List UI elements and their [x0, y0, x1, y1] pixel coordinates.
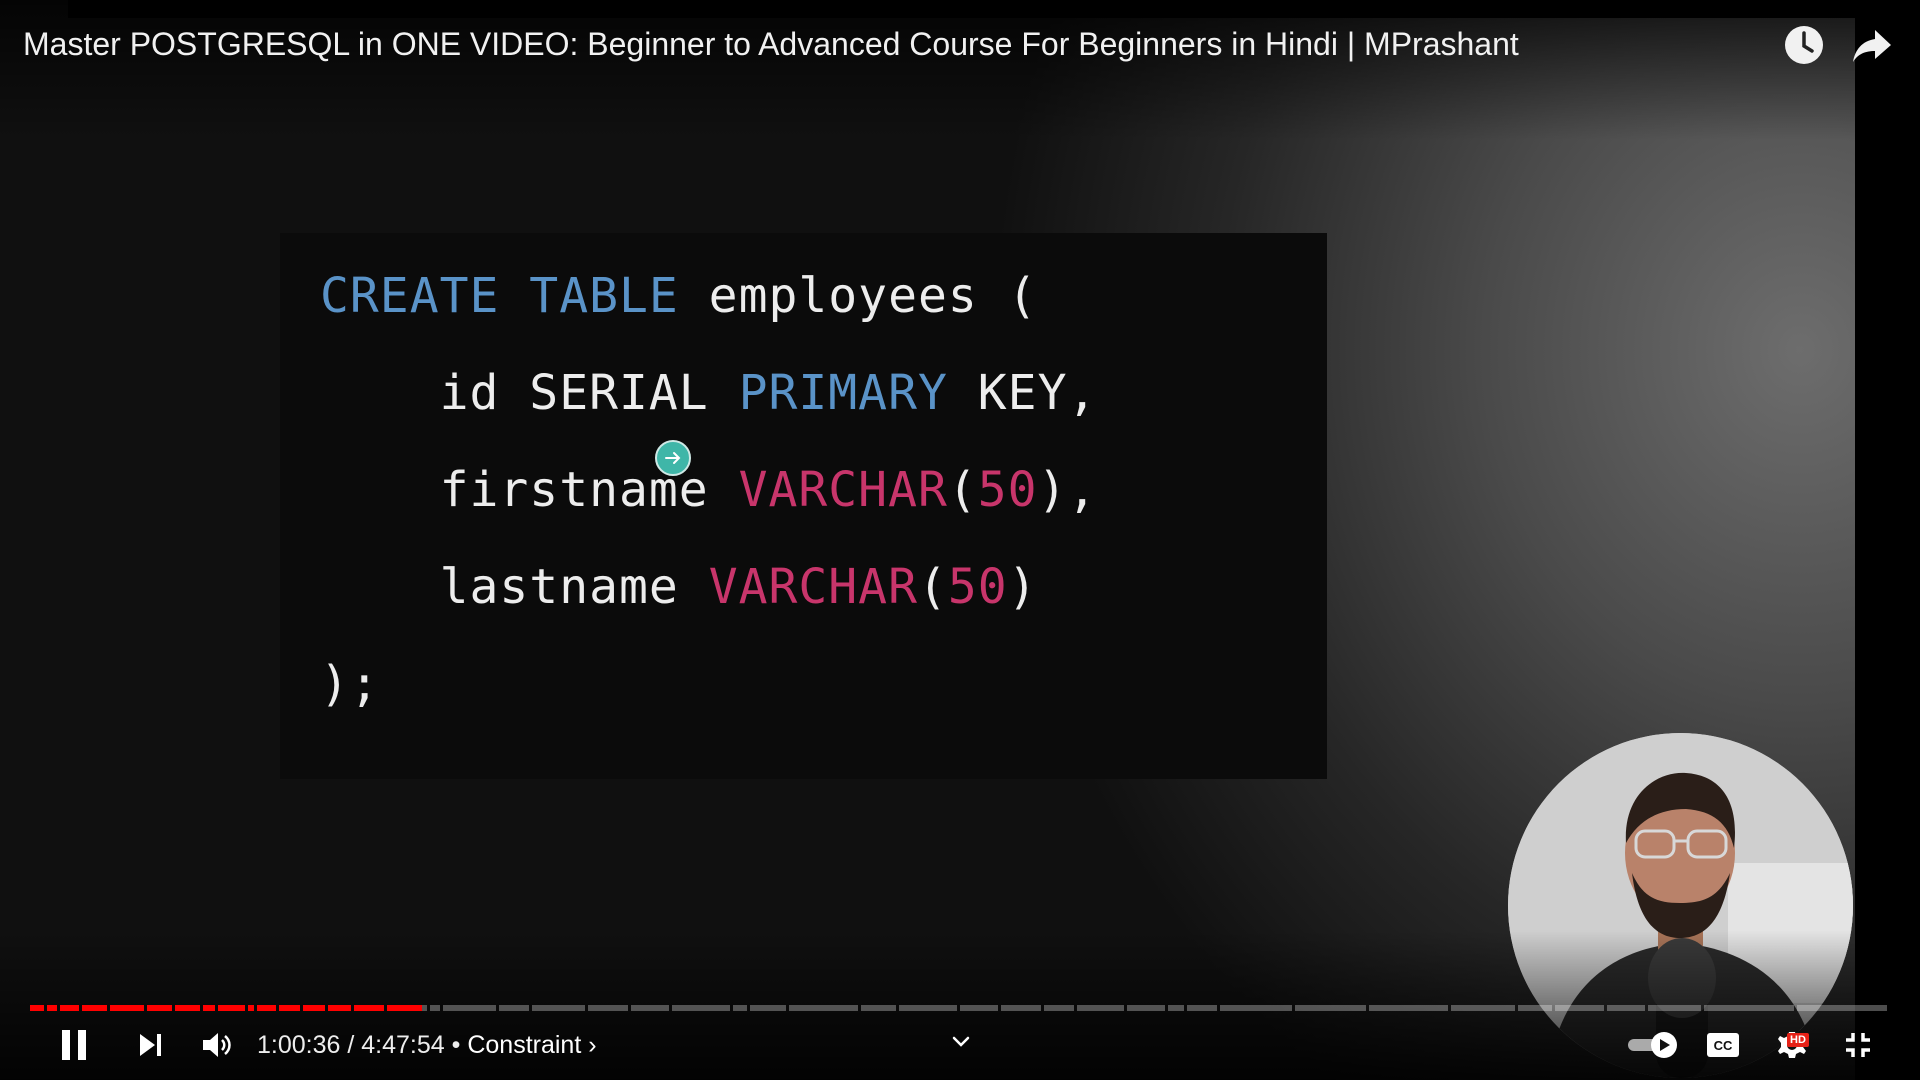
progress-played	[147, 1005, 173, 1011]
progress-chapter-segment[interactable]	[1168, 1005, 1184, 1011]
next-button[interactable]	[130, 1027, 170, 1063]
progress-chapter-segment[interactable]	[1518, 1005, 1553, 1011]
video-player[interactable]: Master POSTGRESQL in ONE VIDEO: Beginner…	[0, 0, 1920, 1080]
code-token: PRIMARY	[738, 365, 948, 421]
volume-button[interactable]	[197, 1027, 237, 1063]
progress-chapter-segment[interactable]	[1077, 1005, 1125, 1011]
progress-chapter-segment[interactable]	[1704, 1005, 1794, 1011]
code-line: );	[320, 656, 380, 712]
progress-chapter-segment[interactable]	[861, 1005, 896, 1011]
watch-later-icon[interactable]	[1781, 22, 1827, 68]
progress-chapter-segment[interactable]	[532, 1005, 585, 1011]
progress-chapter-segment[interactable]	[1555, 1005, 1605, 1011]
cursor-highlight-icon	[655, 440, 691, 476]
progress-chapter-segment[interactable]	[898, 1005, 957, 1011]
progress-chapter-segment[interactable]	[498, 1005, 530, 1011]
code-token: KEY,	[947, 365, 1098, 421]
captions-button[interactable]: CC	[1703, 1027, 1743, 1063]
exit-fullscreen-button[interactable]	[1838, 1027, 1878, 1063]
expand-description-button[interactable]	[946, 1028, 976, 1056]
progress-chapter-segment[interactable]	[733, 1005, 747, 1011]
progress-chapter-segment[interactable]	[1294, 1005, 1367, 1011]
progress-chapter-segment[interactable]	[442, 1005, 496, 1011]
progress-played	[279, 1005, 301, 1011]
code-token: (	[917, 559, 948, 615]
code-token: lastname	[439, 559, 709, 615]
code-token: (	[947, 462, 978, 518]
code-token: );	[320, 656, 380, 712]
progress-played	[30, 1005, 44, 1011]
code-token: VARCHAR	[708, 559, 918, 615]
progress-chapter-segment[interactable]	[1797, 1005, 1887, 1011]
progress-chapter-segment[interactable]	[1607, 1005, 1646, 1011]
progress-chapter-segment[interactable]	[588, 1005, 628, 1011]
code-token: 50	[977, 462, 1038, 518]
code-token: ),	[1037, 462, 1098, 518]
progress-chapter-segment[interactable]	[749, 1005, 786, 1011]
code-line: CREATE TABLE employees (	[320, 268, 1038, 324]
progress-played	[175, 1005, 200, 1011]
progress-played	[247, 1005, 254, 1011]
code-token: VARCHAR	[738, 462, 948, 518]
progress-chapter-segment[interactable]	[429, 1005, 440, 1011]
time-separator: •	[444, 1031, 468, 1059]
time-display: 1:00:36 / 4:47:54 • Constraint ›	[257, 1031, 597, 1060]
code-token: firstname	[439, 462, 739, 518]
pause-button[interactable]	[54, 1027, 94, 1063]
progress-chapter-segment[interactable]	[1127, 1005, 1166, 1011]
hd-badge: HD	[1787, 1033, 1809, 1047]
code-line: lastname VARCHAR(50)	[320, 559, 1038, 615]
code-token: id SERIAL	[439, 365, 739, 421]
code-line: firstname VARCHAR(50),	[320, 462, 1097, 518]
progress-played	[46, 1005, 57, 1011]
chapter-label: Constraint	[467, 1031, 582, 1059]
progress-played	[59, 1005, 80, 1011]
progress-chapter-segment[interactable]	[1000, 1005, 1041, 1011]
code-token: )	[1007, 559, 1038, 615]
code-token: employees (	[678, 268, 1038, 324]
progress-played	[109, 1005, 145, 1011]
progress-chapter-segment[interactable]	[788, 1005, 859, 1011]
code-slide: CREATE TABLE employees ( id SERIAL PRIMA…	[280, 233, 1327, 779]
progress-chapter-segment[interactable]	[671, 1005, 731, 1011]
progress-played	[217, 1005, 245, 1011]
progress-played	[82, 1005, 107, 1011]
top-gradient	[0, 0, 1920, 140]
letterbox-bar	[1855, 0, 1920, 1080]
progress-chapter-segment[interactable]	[1186, 1005, 1218, 1011]
autoplay-toggle[interactable]	[1623, 1027, 1683, 1063]
progress-chapter-segment[interactable]	[1369, 1005, 1449, 1011]
progress-chapter-segment[interactable]	[960, 1005, 998, 1011]
top-letterbox	[68, 0, 1855, 18]
progress-played	[327, 1005, 351, 1011]
chevron-right-icon: ›	[588, 1031, 597, 1059]
progress-bar[interactable]	[30, 1005, 1890, 1011]
progress-chapter-segment[interactable]	[1220, 1005, 1292, 1011]
time-current-duration: 1:00:36 / 4:47:54	[257, 1031, 445, 1059]
progress-played	[387, 1005, 422, 1011]
progress-played	[303, 1005, 325, 1011]
progress-played	[256, 1005, 277, 1011]
progress-chapter-segment[interactable]	[1451, 1005, 1515, 1011]
progress-played	[353, 1005, 385, 1011]
share-icon[interactable]	[1849, 22, 1895, 68]
progress-chapter-segment[interactable]	[630, 1005, 669, 1011]
progress-chapter-segment[interactable]	[1043, 1005, 1075, 1011]
code-token: CREATE TABLE	[320, 268, 679, 324]
video-title[interactable]: Master POSTGRESQL in ONE VIDEO: Beginner…	[23, 26, 1519, 63]
progress-played	[202, 1005, 215, 1011]
code-token: 50	[947, 559, 1008, 615]
progress-chapter-segment[interactable]	[1648, 1005, 1701, 1011]
code-line: id SERIAL PRIMARY KEY,	[320, 365, 1097, 421]
svg-text:CC: CC	[1714, 1038, 1733, 1053]
chapter-title-button[interactable]: Constraint ›	[467, 1031, 596, 1059]
